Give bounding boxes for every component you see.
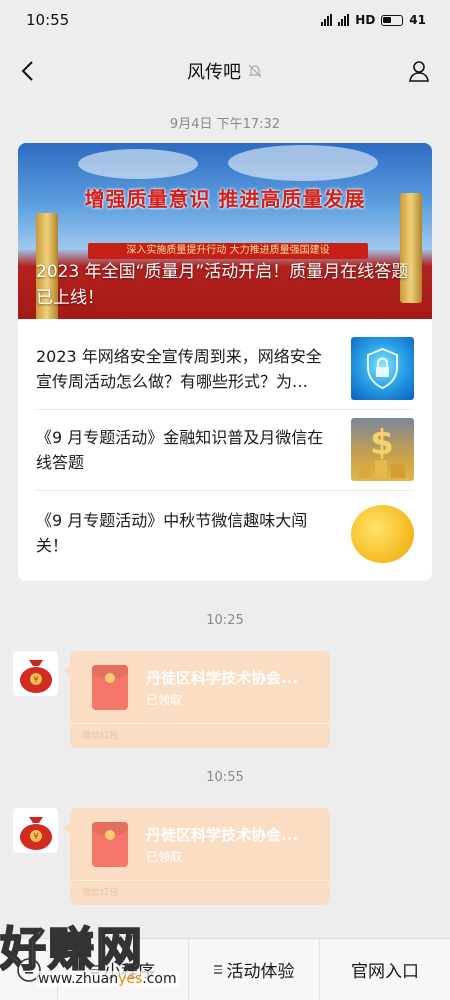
chat-title-wrap: 风传吧 (187, 58, 263, 84)
timestamp-message: 10:25 (206, 613, 244, 628)
keyboard-icon (16, 957, 41, 982)
article-item-title: 《9 月专题活动》金融知识普及月微信在线答题 (36, 427, 324, 472)
red-packet-footer: 微信红包 (82, 888, 119, 898)
timestamp-article: 9月4日 下午17:32 (169, 117, 281, 132)
mute-bell-icon (248, 64, 262, 78)
menu-item-official-site[interactable]: 官网入口 (320, 939, 450, 1000)
chevron-left-icon (21, 61, 33, 81)
signal-icon (321, 14, 333, 26)
keyboard-toggle-button[interactable] (0, 938, 58, 1000)
article-card[interactable]: 增强质量意识 推进高质量发展 深入实施质量提升行动 大力推进质量强国建设 202… (18, 143, 432, 581)
divider (36, 409, 414, 410)
menu-lines-icon (213, 965, 222, 974)
red-envelope-icon (92, 665, 128, 710)
red-packet-message[interactable]: 丹徒区科学技术协会... 已领取 微信红包 (64, 651, 330, 748)
battery-icon (381, 14, 404, 26)
red-envelope-icon (92, 822, 128, 867)
divider (70, 880, 330, 881)
moon-icon (351, 501, 414, 564)
chat-title: 风传吧 (187, 62, 241, 83)
cloud-shape (78, 149, 198, 179)
article-item-title: 《9 月专题活动》中秋节微信趣味大闯关！ (36, 510, 308, 555)
menu-item-activity[interactable]: 活动体验 (189, 938, 320, 1000)
article-headline: 2023 年全国“质量月”活动开启！质量月在线答题已上线！ (36, 262, 409, 308)
article-item[interactable]: 《9 月专题活动》中秋节微信趣味大闯关！ (36, 501, 414, 564)
article-item[interactable]: 《9 月专题活动》金融知识普及月微信在线答题 $ (36, 418, 414, 481)
menu-item-mini-program[interactable]: 小程序 (58, 938, 189, 1000)
red-packet-footer: 微信红包 (82, 731, 119, 741)
red-packet-title: 丹徒区科学技术协会... (146, 669, 299, 687)
article-hero[interactable]: 增强质量意识 推进高质量发展 深入实施质量提升行动 大力推进质量强国建设 202… (18, 143, 432, 319)
timestamp-message: 10:55 (206, 770, 244, 785)
banner-subslogan: 深入实施质量提升行动 大力推进质量强国建设 (88, 243, 368, 259)
article-item[interactable]: 2023 年网络安全宣传周到来，网络安全宣传周活动怎么做？有哪些形式？为… (36, 337, 414, 400)
svg-text:¥: ¥ (33, 675, 38, 684)
bubble-tail (64, 822, 70, 834)
money-bag-icon: ¥ (19, 659, 52, 693)
svg-text:$: $ (370, 423, 394, 463)
red-packet-status: 已领取 (146, 693, 183, 707)
back-button[interactable] (12, 56, 42, 86)
battery-level: 41 (409, 13, 426, 27)
bubble-tail (64, 665, 70, 677)
svg-text:¥: ¥ (33, 832, 38, 841)
red-packet-status: 已领取 (146, 850, 183, 864)
menu-item-label: 官网入口 (351, 962, 419, 982)
menu-item-label: 活动体验 (226, 962, 295, 982)
article-item-title: 2023 年网络安全宣传周到来，网络安全宣传周活动怎么做？有哪些形式？为… (36, 346, 322, 391)
menu-item-label: 小程序 (104, 962, 155, 982)
network-label: HD (355, 13, 376, 27)
money-bag-icon: ¥ (19, 816, 52, 850)
divider (70, 723, 330, 724)
sender-avatar[interactable]: ¥ (13, 808, 58, 853)
money-icon: $ (351, 418, 414, 481)
red-packet-title: 丹徒区科学技术协会... (146, 826, 299, 844)
security-shield-icon (351, 337, 414, 400)
sender-avatar[interactable]: ¥ (13, 651, 58, 696)
divider (36, 490, 414, 491)
nav-bar: 风传吧 (0, 40, 450, 102)
profile-button[interactable] (402, 54, 436, 88)
status-indicators: HD 41 (321, 13, 426, 27)
status-bar: 10:55 HD 41 (0, 0, 450, 40)
red-packet-message[interactable]: 丹徒区科学技术协会... 已领取 微信红包 (64, 808, 330, 905)
bottom-menu: 小程序 活动体验 官网入口 (0, 938, 450, 1000)
menu-lines-icon (91, 965, 99, 974)
person-icon (409, 61, 429, 82)
banner-slogan: 增强质量意识 推进高质量发展 (84, 187, 366, 211)
cloud-shape (228, 145, 378, 181)
status-time: 10:55 (26, 11, 70, 29)
signal-icon-2 (338, 14, 350, 26)
